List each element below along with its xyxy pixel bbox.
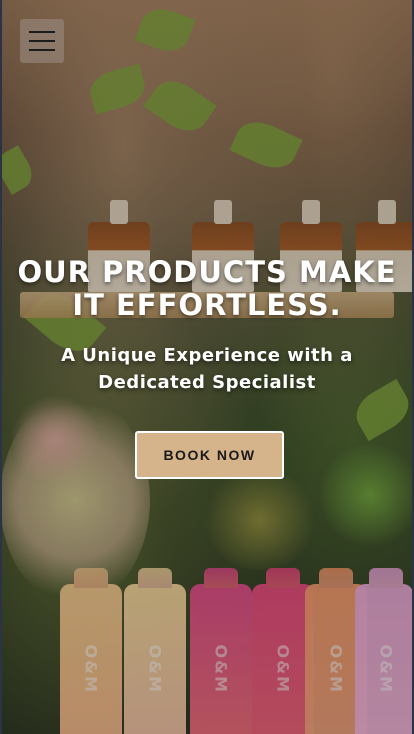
page: O&M O&M O&M O&M O&M O&M OUR PRODUCTS MAK… — [0, 0, 414, 734]
book-now-button[interactable]: BOOK NOW — [135, 431, 284, 479]
hamburger-menu-button[interactable] — [20, 19, 64, 63]
hamburger-menu-icon-bar — [29, 31, 55, 33]
hero-subtitle: A Unique Experience with a Dedicated Spe… — [61, 345, 353, 393]
hamburger-menu-icon-bar — [29, 49, 55, 51]
hero-title: OUR PRODUCTS MAKE IT EFFORTLESS. — [17, 255, 397, 322]
hamburger-menu-icon-bar — [29, 40, 55, 42]
hero-content: OUR PRODUCTS MAKE IT EFFORTLESS. A Uniqu… — [0, 256, 414, 396]
